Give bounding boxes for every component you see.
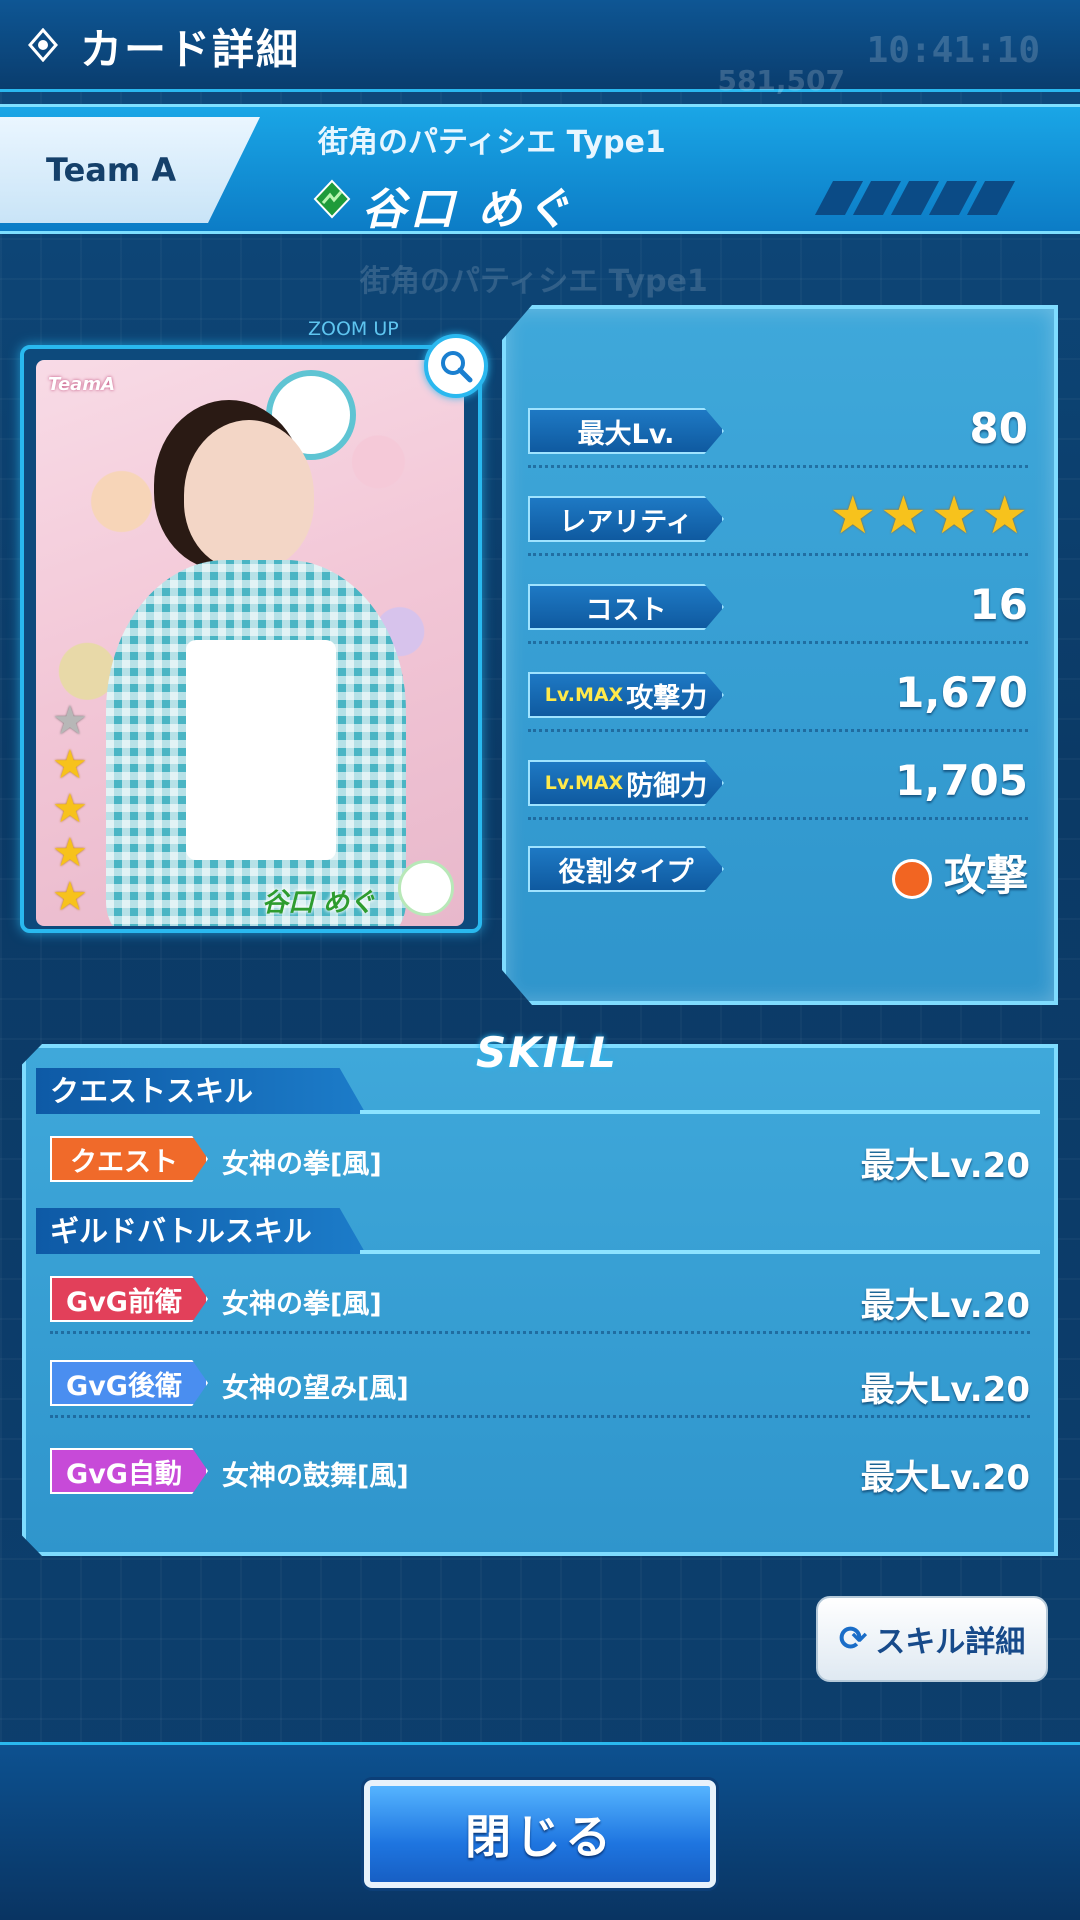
member-name: 谷口 めぐ bbox=[362, 184, 574, 235]
star-filled-icon: ★ bbox=[52, 830, 88, 876]
zoom-up-label: ZOOM UP bbox=[308, 318, 399, 340]
skill-row-gvg-auto: GvG自動 女神の鼓舞[風] 最大Lv.20 bbox=[50, 1436, 1030, 1506]
skill-name: 女神の拳[風] bbox=[222, 1289, 382, 1320]
member-apron bbox=[186, 640, 336, 860]
rarity-stars: ★ ★ ★ ★ bbox=[830, 490, 1029, 542]
skill-tag-gvg-back: GvG後衛 bbox=[50, 1360, 208, 1406]
wind-attribute-icon bbox=[313, 179, 351, 219]
defense-value: 1,705 bbox=[895, 756, 1028, 805]
role-text: 攻撃 bbox=[943, 851, 1028, 900]
team-label: Team A bbox=[46, 151, 177, 189]
role-label: 役割タイプ bbox=[528, 846, 724, 892]
magnifier-icon bbox=[441, 351, 473, 383]
section-divider bbox=[360, 1110, 1040, 1114]
star-icon: ★ bbox=[829, 486, 877, 546]
cost-value: 16 bbox=[969, 580, 1028, 629]
card-team-tag: TeamA bbox=[48, 374, 115, 395]
section-divider bbox=[360, 1250, 1040, 1254]
name-banner: Team A 街角のパティシエ Type1 谷口 めぐ bbox=[0, 104, 1080, 235]
guild-skill-section: ギルドバトルスキル bbox=[36, 1208, 366, 1254]
skill-name: 女神の鼓舞[風] bbox=[222, 1461, 409, 1492]
stat-row-max-lv: 最大Lv. 80 bbox=[528, 388, 1028, 468]
close-button[interactable]: 閉じる bbox=[364, 1780, 716, 1888]
max-lv-value: 80 bbox=[969, 404, 1028, 453]
star-icon: ★ bbox=[880, 486, 927, 546]
attack-label: Lv.MAX 攻撃力 bbox=[528, 672, 724, 718]
card-caption: 谷口 めぐ bbox=[262, 888, 376, 918]
skill-detail-label: スキル詳細 bbox=[875, 1625, 1026, 1660]
star-icon: ★ bbox=[930, 486, 978, 546]
skill-max-lv: 最大Lv.20 bbox=[860, 1458, 1030, 1498]
stat-row-cost: コスト 16 bbox=[528, 564, 1028, 644]
card-title: 街角のパティシエ Type1 bbox=[318, 125, 666, 160]
banner-stripes bbox=[814, 181, 1016, 215]
wind-badge-icon bbox=[398, 860, 454, 916]
star-filled-icon: ★ bbox=[52, 874, 88, 920]
page-title: カード詳細 bbox=[80, 25, 301, 74]
attack-label-text: 攻撃力 bbox=[626, 682, 708, 714]
stat-row-attack: Lv.MAX 攻撃力 1,670 bbox=[528, 652, 1028, 732]
cost-label: コスト bbox=[528, 584, 724, 630]
zoom-button[interactable] bbox=[424, 334, 488, 398]
card-rarity-stars: ★ ★ ★ ★ ★ bbox=[52, 700, 88, 918]
skill-max-lv: 最大Lv.20 bbox=[860, 1370, 1030, 1410]
defense-label-text: 防御力 bbox=[626, 770, 708, 802]
skill-tag-gvg-front: GvG前衛 bbox=[50, 1276, 208, 1322]
skill-row-gvg-back: GvG後衛 女神の望み[風] 最大Lv.20 bbox=[50, 1348, 1030, 1418]
skill-heading: SKILL bbox=[476, 1028, 618, 1077]
settings-icon bbox=[28, 28, 58, 62]
skill-tag-quest: クエスト bbox=[50, 1136, 208, 1182]
ghost-timer: 10:41:10 bbox=[866, 30, 1040, 71]
skill-detail-button[interactable]: ⟳ スキル詳細 bbox=[816, 1596, 1048, 1682]
skill-tag-gvg-auto: GvG自動 bbox=[50, 1448, 208, 1494]
quest-skill-section: クエストスキル bbox=[36, 1068, 366, 1114]
defense-label: Lv.MAX 防御力 bbox=[528, 760, 724, 806]
stat-row-role: 役割タイプ 攻撃 bbox=[528, 826, 1028, 906]
star-empty-icon: ★ bbox=[52, 698, 88, 744]
star-filled-icon: ★ bbox=[52, 786, 88, 832]
skill-name: 女神の拳[風] bbox=[222, 1149, 382, 1180]
stat-row-rarity: レアリティ ★ ★ ★ ★ bbox=[528, 476, 1028, 556]
ghost-count: 581,507 bbox=[717, 64, 845, 97]
card-image[interactable]: TeamA 谷口 めぐ bbox=[36, 360, 464, 926]
fist-icon bbox=[891, 858, 932, 899]
stat-row-defense: Lv.MAX 防御力 1,705 bbox=[528, 740, 1028, 820]
ghost-card-title: 街角のパティシエ Type1 bbox=[360, 264, 708, 299]
skill-max-lv: 最大Lv.20 bbox=[860, 1146, 1030, 1186]
lvmax-prefix: Lv.MAX bbox=[544, 684, 624, 706]
top-bar: カード詳細 581,507 10:41:10 bbox=[0, 0, 1080, 97]
skill-max-lv: 最大Lv.20 bbox=[860, 1286, 1030, 1326]
lvmax-prefix: Lv.MAX bbox=[544, 772, 624, 794]
rarity-label: レアリティ bbox=[528, 496, 724, 542]
member-portrait bbox=[184, 420, 314, 570]
skill-row-gvg-front: GvG前衛 女神の拳[風] 最大Lv.20 bbox=[50, 1264, 1030, 1334]
attack-value: 1,670 bbox=[895, 668, 1028, 717]
star-icon: ★ bbox=[981, 486, 1028, 546]
skill-name: 女神の望み[風] bbox=[222, 1373, 409, 1404]
role-value: 攻撃 bbox=[891, 842, 1028, 903]
refresh-icon: ⟳ bbox=[838, 1619, 868, 1659]
star-filled-icon: ★ bbox=[52, 742, 88, 788]
max-lv-label: 最大Lv. bbox=[528, 408, 724, 454]
skill-row-quest: クエスト 女神の拳[風] 最大Lv.20 bbox=[50, 1124, 1030, 1194]
